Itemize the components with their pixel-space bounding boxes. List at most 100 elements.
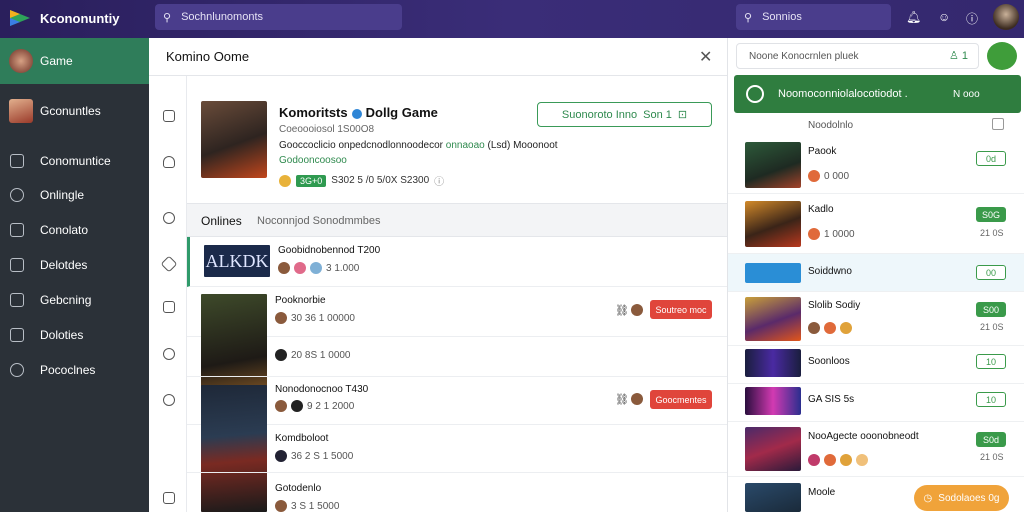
right-list-item[interactable]: Slolib Sodiy S00 21 0S: [728, 292, 1024, 346]
sidebar-item-online[interactable]: Onlingle: [0, 178, 149, 212]
list-item[interactable]: Nonodonocnoo T430 9 2 1 2000 ⛓ Goocmente…: [187, 377, 727, 512]
floating-action-button[interactable]: ◷ Sodolaoes 0g: [914, 485, 1009, 511]
item-sub: 0 000: [808, 170, 849, 182]
item-badge[interactable]: 10: [976, 354, 1006, 369]
item-thumbnail: [745, 349, 801, 377]
row-meta: 30 36 1 00000: [275, 312, 355, 324]
item-thumbnail: [745, 263, 801, 283]
item-badge[interactable]: 10: [976, 392, 1006, 407]
row-meta: 36 2 S 1 5000: [275, 450, 353, 462]
right-search-count: 1: [961, 50, 968, 62]
square-icon[interactable]: [163, 301, 175, 313]
row-action-button[interactable]: Soutreo moc: [650, 300, 712, 319]
toast-action[interactable]: N ooo: [953, 89, 980, 100]
user-avatar[interactable]: [993, 4, 1019, 30]
game-title: Komoritsts Dollg Game: [279, 105, 438, 120]
right-panel: Noone Konocrnlen pluek ♙ 1 Noomoconniola…: [727, 38, 1024, 512]
right-list-item[interactable]: Paook 0 000 0d: [728, 138, 1024, 194]
game-cover-image[interactable]: [201, 101, 267, 178]
item-count: 21 0S: [980, 322, 1004, 332]
avatar: [840, 454, 852, 466]
item-count: 21 0S: [980, 452, 1004, 462]
subscribe-button[interactable]: Suonoroto Inno Son 1 ⊡: [537, 102, 712, 127]
sidebar-item-settings[interactable]: Pococlnes: [0, 353, 149, 387]
emoji-icon: [279, 174, 291, 187]
avatar: [631, 393, 643, 405]
search-input[interactable]: ⚲ Sochnlunomonts: [155, 4, 402, 30]
help-icon[interactable]: ⓘ: [966, 10, 978, 27]
app-logo-icon[interactable]: [8, 6, 32, 30]
item-thumbnail: [745, 427, 801, 471]
list-item[interactable]: Pooknorbie 30 36 1 00000 ⛓ Soutreo moc: [187, 287, 727, 416]
sidebar-item-profile[interactable]: Gconuntles: [0, 92, 149, 130]
row-title: Goobidnobennod T200: [278, 245, 381, 256]
item-badge[interactable]: S0d: [976, 432, 1006, 447]
notification-toast[interactable]: Noomoconniolalocotiodot . N ooo: [734, 75, 1021, 113]
sidebar-profile-label: Gconuntles: [40, 104, 101, 118]
game-stats: 3G+0 S302 5 /0 5/0X S2300 ⓘ: [279, 173, 444, 188]
item-sub: [808, 454, 868, 466]
chat-icon[interactable]: ☺: [938, 10, 950, 24]
link-icon[interactable]: ⛓: [615, 304, 629, 317]
home-icon[interactable]: [160, 255, 178, 273]
item-badge[interactable]: S0G: [976, 207, 1006, 222]
top-bar: Kcononuntiy ⚲ Sochnlunomonts ⚲ Sonnios 🔔…: [0, 0, 1024, 38]
avatar: [294, 262, 306, 274]
item-badge[interactable]: 0d: [976, 151, 1006, 166]
info-icon[interactable]: ⓘ: [434, 173, 444, 188]
person-icon[interactable]: [163, 156, 175, 168]
building-icon[interactable]: [163, 492, 175, 504]
sidebar-item-communities[interactable]: Conomuntice: [0, 144, 149, 178]
right-search-input[interactable]: Noone Konocrnlen pluek ♙ 1: [736, 43, 979, 69]
sidebar-item-game[interactable]: Game: [0, 38, 149, 84]
right-list-item[interactable]: Kadlo 1 0000 S0G 21 0S: [728, 194, 1024, 254]
shop-icon[interactable]: [163, 110, 175, 122]
item-badge[interactable]: 00: [976, 265, 1006, 280]
main-header: Komino Oome ✕: [149, 38, 727, 76]
list-icon: [10, 258, 24, 272]
sidebar-item-details[interactable]: Delotdes: [0, 248, 149, 282]
right-list-item[interactable]: GA SIS 5s 10: [728, 384, 1024, 422]
close-icon[interactable]: ✕: [699, 47, 712, 67]
item-thumbnail: [745, 483, 801, 512]
item-title: NooAgecte ooonobneodt: [808, 431, 919, 442]
grid-icon: [10, 293, 24, 307]
right-list-item[interactable]: NooAgecte ooonobneodt S0d 21 0S: [728, 422, 1024, 477]
link-icon[interactable]: ⛓: [615, 393, 629, 406]
item-sub-text: 0 000: [824, 170, 850, 182]
item-badge[interactable]: S00: [976, 302, 1006, 317]
row-action-button[interactable]: Goocmentes: [650, 390, 712, 409]
right-list-item[interactable]: Soonloos 10: [728, 346, 1024, 384]
right-list-item[interactable]: Soiddwno 00: [728, 254, 1024, 292]
list-item[interactable]: ALKDK Goobidnobennod T200 3 1.000: [187, 237, 727, 287]
notification-icon[interactable]: 🔔︎: [906, 10, 921, 24]
sidebar-item-gaming[interactable]: Gebcning: [0, 283, 149, 317]
game-title-text: Komoritsts: [279, 105, 348, 120]
green-action-button[interactable]: [987, 42, 1017, 70]
list-item[interactable]: 20 8S 1 0000: [187, 337, 727, 377]
desc-green[interactable]: onnaoao: [446, 140, 485, 151]
item-title: Paook: [808, 146, 837, 157]
sidebar-item-deliveries[interactable]: Doloties: [0, 318, 149, 352]
sidebar-item-contacts[interactable]: Conolato: [0, 213, 149, 247]
item-thumbnail: [745, 297, 801, 341]
secondary-search-input[interactable]: ⚲ Sonnios: [736, 4, 891, 30]
right-list-header-text: Noodolnlo: [808, 120, 854, 131]
message-icon[interactable]: [163, 348, 175, 360]
sidebar-item-label: Onlingle: [40, 188, 85, 202]
filter-icon[interactable]: [992, 118, 1004, 130]
item-title: Soonloos: [808, 356, 850, 367]
list-item[interactable]: Gotodenlo 3 S 1 5000: [187, 473, 727, 512]
game-tag[interactable]: Godooncoosoo: [279, 155, 347, 166]
row-meta-text: 3 S 1 5000: [291, 500, 340, 512]
group-icon[interactable]: [163, 394, 175, 406]
item-thumbnail: [745, 387, 801, 415]
right-list-header: Noodolnlo: [728, 114, 1024, 138]
avatar: [840, 322, 852, 334]
list-item[interactable]: Komdboloot 36 2 S 1 5000: [187, 425, 727, 473]
sidebar-item-label: Pococlnes: [40, 363, 96, 377]
right-search-placeholder: Noone Konocrnlen pluek: [749, 50, 859, 62]
icon-rail: [149, 76, 187, 512]
add-user-icon[interactable]: ♙ 1: [949, 49, 968, 62]
chat-icon[interactable]: [163, 212, 175, 224]
